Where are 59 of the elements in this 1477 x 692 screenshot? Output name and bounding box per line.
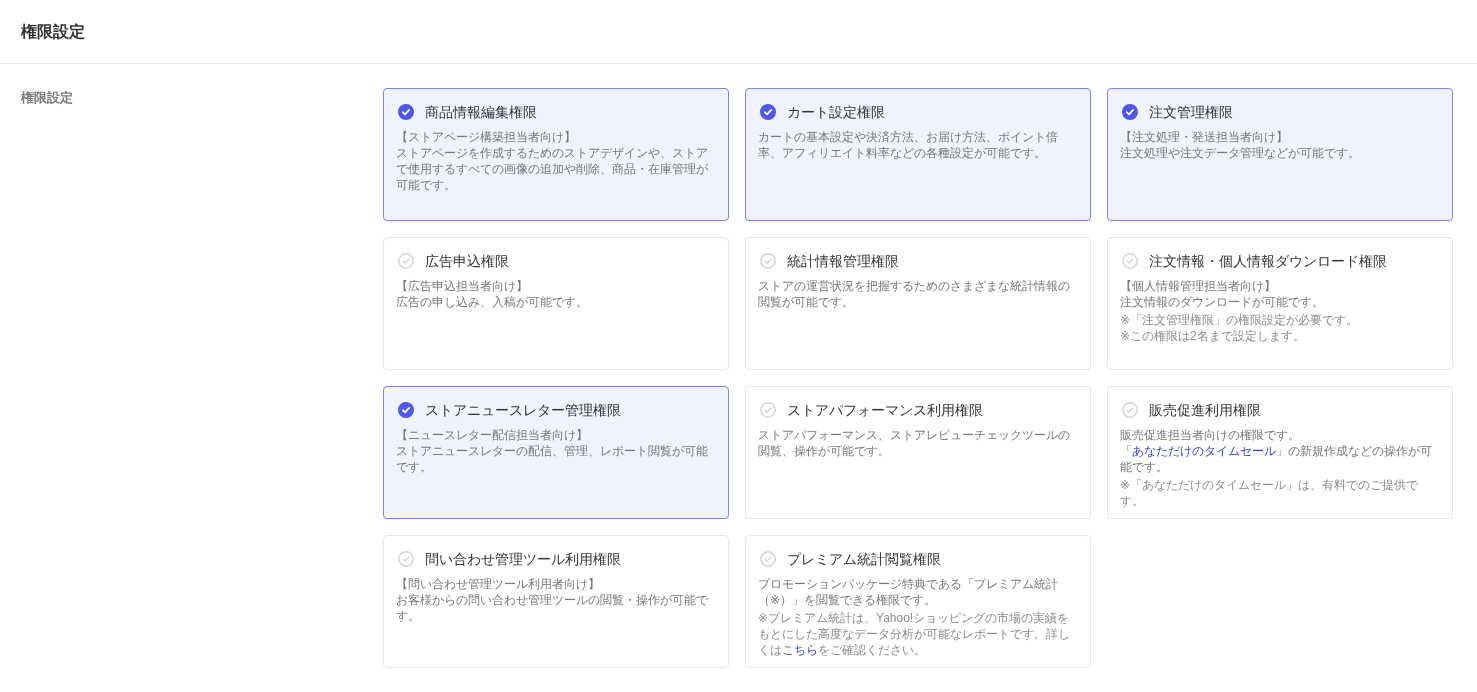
description-text: ストアページを作成するためのストアデザインや、ストアで使用するすべての画像の追加や削除、商品・在庫管理が可能です。 bbox=[396, 145, 709, 193]
permission-card[interactable]: 統計情報管理権限 ストアの運営状況を把握するためのさまざまな統計情報の閲覧が可能です。 bbox=[745, 237, 1091, 370]
unchecked-circle-icon[interactable] bbox=[760, 253, 776, 269]
note-text: ※「あなただけのタイムセール」は、有料でのご提供です。 bbox=[1120, 477, 1420, 509]
link[interactable]: こちら bbox=[782, 643, 818, 657]
permission-title: カート設定権限 bbox=[787, 103, 885, 122]
description-text: 【問い合わせ管理ツール利用者向け】 bbox=[396, 576, 601, 592]
permission-title: 販売促進利用権限 bbox=[1149, 401, 1261, 420]
page-title: 権限設定 bbox=[21, 21, 85, 42]
permission-card[interactable]: 商品情報編集権限 【ストアページ構築担当者向け】 ストアページを作成するためのストアデザインや、ストアで使用するすべての画像の追加や削除、商品・在庫管理が可能です。 bbox=[383, 88, 729, 221]
unchecked-circle-icon[interactable] bbox=[398, 551, 414, 567]
permission-title: 問い合わせ管理ツール利用権限 bbox=[425, 550, 621, 569]
unchecked-circle-icon[interactable] bbox=[760, 402, 776, 418]
description-text: 「あなただけのタイムセール」の新規作成などの操作が可能です。 bbox=[1120, 443, 1433, 475]
permission-card[interactable]: ストアパフォーマンス利用権限 ストアパフォーマンス、ストアレビューチェックツールの閲覧、操作が可能です。 bbox=[745, 386, 1091, 519]
note-text: ※「注文管理権限」の権限設定が必要です。 bbox=[1120, 312, 1360, 328]
permission-title: 商品情報編集権限 bbox=[425, 103, 537, 122]
unchecked-circle-icon[interactable] bbox=[1122, 402, 1138, 418]
permission-card[interactable]: ストアニュースレター管理権限 【ニュースレター配信担当者向け】 ストアニュースレターの配信、管理、レポート閲覧が可能です。 bbox=[383, 386, 729, 519]
checked-circle-icon[interactable] bbox=[398, 104, 414, 120]
permission-card[interactable]: 注文管理権限 【注文処理・発送担当者向け】 注文処理や注文データ管理などが可能です。 bbox=[1107, 88, 1453, 221]
permission-title: 注文情報・個人情報ダウンロード権限 bbox=[1149, 252, 1387, 271]
unchecked-circle-icon[interactable] bbox=[1122, 253, 1138, 269]
description-text: カートの基本設定や決済方法、お届け方法、ポイント倍率、アフィリエイト料率などの各種設定が可能です。 bbox=[758, 129, 1059, 161]
description-text: 【広告申込担当者向け】 bbox=[396, 278, 529, 294]
unchecked-circle-icon[interactable] bbox=[760, 551, 776, 567]
permission-card[interactable]: 問い合わせ管理ツール利用権限 【問い合わせ管理ツール利用者向け】 お客様からの問い合わせ管理ツールの閲覧・操作が可能です。 bbox=[383, 535, 729, 668]
permission-card[interactable]: 注文情報・個人情報ダウンロード権限 【個人情報管理担当者向け】 注文情報のダウンロードが可能です。 ※「注文管理権限」の権限設定が必要です。 ※この権限は2名まで設定します。 bbox=[1107, 237, 1453, 370]
description-text: お客様からの問い合わせ管理ツールの閲覧・操作が可能です。 bbox=[396, 592, 709, 624]
description-text: プロモーションパッケージ特典である「プレミアム統計（※）」を閲覧できる権限です。 bbox=[758, 576, 1059, 608]
checked-circle-icon[interactable] bbox=[398, 402, 414, 418]
permission-card[interactable]: 販売促進利用権限 販売促進担当者向けの権限です。 「あなただけのタイムセール」の新規作成などの操作が可能です。 ※「あなただけのタイムセール」は、有料でのご提供です。 bbox=[1107, 386, 1453, 519]
description-text: 【ストアページ構築担当者向け】 bbox=[396, 129, 577, 145]
description-text: 注文情報のダウンロードが可能です。 bbox=[1120, 294, 1325, 310]
description-text: ストアニュースレターの配信、管理、レポート閲覧が可能です。 bbox=[396, 443, 709, 475]
description-text: 注文処理や注文データ管理などが可能です。 bbox=[1120, 145, 1361, 161]
description-text: 【注文処理・発送担当者向け】 bbox=[1120, 129, 1289, 145]
permission-card[interactable]: 広告申込権限 【広告申込担当者向け】 広告の申し込み、入稿が可能です。 bbox=[383, 237, 729, 370]
checked-circle-icon[interactable] bbox=[1122, 104, 1138, 120]
permission-title: ストアニュースレター管理権限 bbox=[425, 401, 621, 420]
description-text: 販売促進担当者向けの権限です。 bbox=[1120, 427, 1301, 443]
permission-title: 広告申込権限 bbox=[425, 252, 509, 271]
section-label: 権限設定 bbox=[21, 89, 73, 107]
permission-card[interactable]: カート設定権限 カートの基本設定や決済方法、お届け方法、ポイント倍率、アフィリエイト料率などの各種設定が可能です。 bbox=[745, 88, 1091, 221]
permission-title: ストアパフォーマンス利用権限 bbox=[787, 401, 983, 420]
checked-circle-icon[interactable] bbox=[760, 104, 776, 120]
description-text: ストアの運営状況を把握するためのさまざまな統計情報の閲覧が可能です。 bbox=[758, 278, 1071, 310]
note-text: ※プレミアム統計は、Yahoo!ショッピングの市場の実績をもとにした高度なデータ分析が可能なレポートです。詳しくはこちら をご確認ください。 bbox=[758, 610, 1071, 658]
permission-title: 注文管理権限 bbox=[1149, 103, 1233, 122]
description-text: ストアパフォーマンス、ストアレビューチェックツールの閲覧、操作が可能です。 bbox=[758, 427, 1071, 459]
permission-title: 統計情報管理権限 bbox=[787, 252, 899, 271]
note-text: ※この権限は2名まで設定します。 bbox=[1120, 328, 1306, 344]
unchecked-circle-icon[interactable] bbox=[398, 253, 414, 269]
link[interactable]: あなただけのタイムセール bbox=[1132, 444, 1276, 458]
permission-title: プレミアム統計閲覧権限 bbox=[787, 550, 941, 569]
description-text: 【個人情報管理担当者向け】 bbox=[1120, 278, 1277, 294]
description-text: 広告の申し込み、入稿が可能です。 bbox=[396, 294, 589, 310]
permission-card[interactable]: プレミアム統計閲覧権限 プロモーションパッケージ特典である「プレミアム統計（※）」を閲覧できる権限です。 ※プレミアム統計は、Yahoo!ショッピングの市場の実績をもとにした高度なデータ分析が可能なレポートです。詳しくはこちら をご確認ください。 bbox=[745, 535, 1091, 668]
description-text: 【ニュースレター配信担当者向け】 bbox=[396, 427, 589, 443]
